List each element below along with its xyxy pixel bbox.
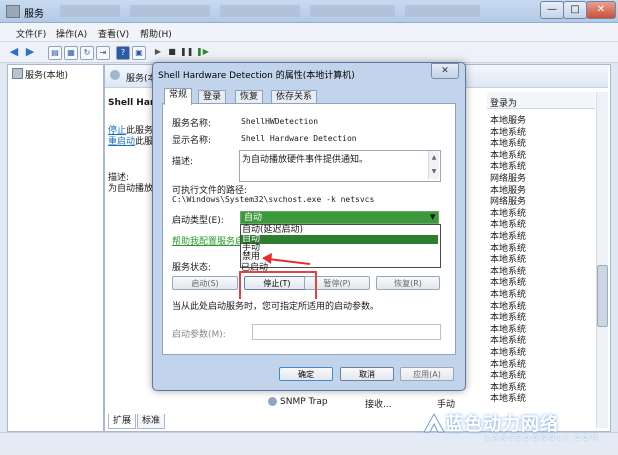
restart-service-link[interactable]: 重启动 xyxy=(108,137,135,147)
tab-standard[interactable]: 标准 xyxy=(137,414,166,429)
forward-icon[interactable]: ▶ xyxy=(24,46,36,58)
scrollbar-thumb[interactable] xyxy=(597,265,608,327)
tree-root-item[interactable]: 服务(本地) xyxy=(25,68,68,81)
startup-type-select[interactable]: 自动 xyxy=(240,211,439,224)
startup-type-label: 启动类型(E): xyxy=(172,216,224,226)
watermark-logo xyxy=(422,412,446,434)
blurred-tab-5 xyxy=(405,5,480,17)
services-node-icon xyxy=(12,68,23,79)
description-text: 为自动播放 xyxy=(108,184,154,194)
vertical-scrollbar[interactable] xyxy=(596,92,608,428)
tab-recovery[interactable]: 恢复 xyxy=(235,90,264,104)
watermark-text: 蓝色动力网络 xyxy=(445,414,559,435)
menu-view[interactable]: 查看(V) xyxy=(98,27,129,40)
restart-service-link-line: 重启动此服 xyxy=(108,134,153,147)
resume-button[interactable]: 恢复(R) xyxy=(376,276,440,290)
option-highlight xyxy=(241,235,438,244)
service-name-label: 服务名称: xyxy=(172,119,212,129)
gear-icon xyxy=(110,70,120,80)
tab-dependencies[interactable]: 依存关系 xyxy=(271,90,318,104)
restart-service-suffix: 此服 xyxy=(135,137,154,147)
snmp-row-name[interactable]: SNMP Trap xyxy=(280,397,328,407)
gear-icon xyxy=(268,397,277,406)
dialog-title: Shell Hardware Detection 的属性(本地计算机) xyxy=(158,71,355,81)
refresh-icon[interactable]: ↻ xyxy=(80,46,94,60)
tab-general[interactable]: 常规 xyxy=(164,88,193,105)
console-tree-pane xyxy=(7,64,104,432)
minimize-button[interactable]: — xyxy=(540,1,564,19)
window-title: 服务 xyxy=(24,9,44,20)
blurred-tab-1 xyxy=(60,5,120,17)
description-scroll[interactable]: ▲ ▼ xyxy=(428,151,439,179)
properties-icon[interactable]: ▦ xyxy=(64,46,78,60)
export-list-icon[interactable]: ⇥ xyxy=(96,46,110,60)
tab-logon[interactable]: 登录 xyxy=(198,90,227,104)
blurred-tab-4 xyxy=(310,5,395,17)
startup-params-label: 启动参数(M): xyxy=(172,330,226,340)
console-tree-icon[interactable]: ▤ xyxy=(48,46,62,60)
tab-extended[interactable]: 扩展 xyxy=(108,414,137,429)
startup-params-hint: 当从此处启动服务时，您可指定所适用的启动参数。 xyxy=(172,299,380,312)
ok-button[interactable]: 确定 xyxy=(279,367,333,381)
service-name-value: ShellHWDetection xyxy=(241,117,319,126)
chevron-down-icon[interactable]: ▼ xyxy=(430,213,435,221)
start-service-icon[interactable]: ▶ xyxy=(152,46,164,58)
menu-help[interactable]: 帮助(H) xyxy=(140,27,172,40)
display-name-label: 显示名称: xyxy=(172,136,212,146)
show-hide-icon[interactable]: ▣ xyxy=(132,46,146,60)
snmp-row-startup: 手动 xyxy=(437,400,456,410)
dialog-close-button[interactable]: ✕ xyxy=(431,63,459,79)
stop-service-icon[interactable]: ■ xyxy=(166,46,178,58)
menu-action[interactable]: 操作(A) xyxy=(56,27,87,40)
column-login-as[interactable]: 登录为 xyxy=(490,96,517,109)
service-status-label: 服务状态: xyxy=(172,263,212,273)
startup-params-input[interactable] xyxy=(252,324,441,340)
help-icon[interactable]: ? xyxy=(116,46,130,60)
cancel-button[interactable]: 取消 xyxy=(340,367,394,381)
menu-file[interactable]: 文件(F) xyxy=(16,27,46,40)
help-configure-link[interactable]: 帮助我配置服务启 xyxy=(172,234,244,247)
apply-button[interactable]: 应用(A) xyxy=(400,367,454,381)
snmp-row-desc: 接收... xyxy=(365,400,392,410)
services-app-icon xyxy=(6,5,20,18)
close-button[interactable]: ✕ xyxy=(586,1,616,19)
dialog-description-label: 描述: xyxy=(172,157,194,167)
watermark-url: LANSEDONGLI.COM xyxy=(486,434,601,442)
menu-bar xyxy=(0,23,618,42)
display-name-value: Shell Hardware Detection xyxy=(241,134,357,143)
login-as-cell: 本地系统 xyxy=(490,394,527,405)
restart-service-icon[interactable]: ❚▶ xyxy=(196,46,209,58)
description-value: 为自动播放硬件事件提供通知。 xyxy=(242,155,369,165)
red-arrow-annotation xyxy=(262,253,311,265)
blurred-tab-3 xyxy=(220,5,300,17)
back-icon[interactable]: ◀ xyxy=(8,46,20,58)
maximize-button[interactable]: □ xyxy=(563,1,587,19)
exe-path-value: C:\Windows\System32\svchost.exe -k netsv… xyxy=(172,195,375,204)
pause-service-icon[interactable]: ❚❚ xyxy=(180,46,193,58)
blurred-tab-2 xyxy=(130,5,210,17)
start-button[interactable]: 启动(S) xyxy=(172,276,238,290)
